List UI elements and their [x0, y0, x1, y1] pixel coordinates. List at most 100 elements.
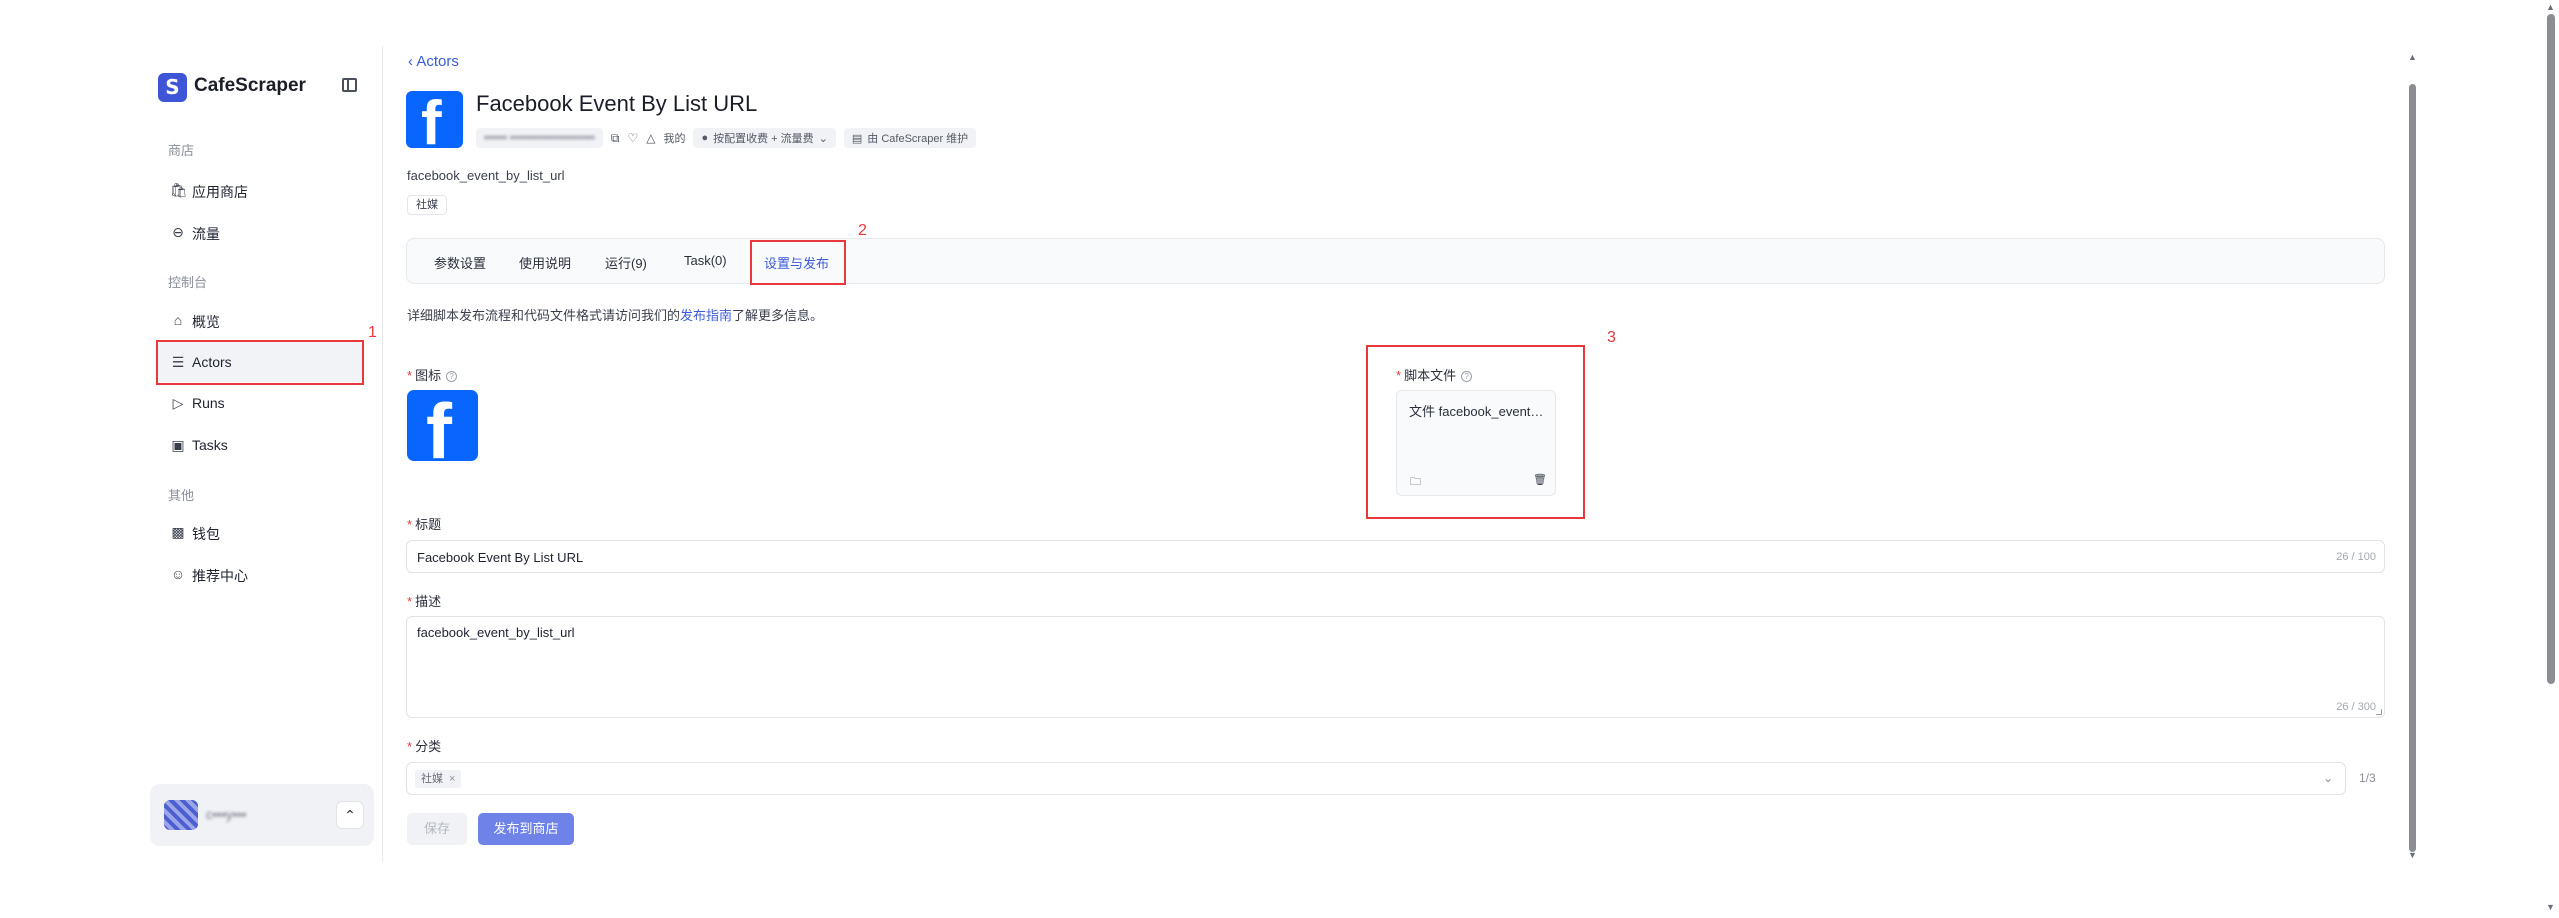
resize-handle[interactable] [2376, 709, 2382, 715]
required-mark: * [407, 368, 413, 383]
description-char-count: 26 / 300 [2336, 701, 2376, 713]
annotation-box-2 [750, 240, 846, 285]
publish-button[interactable]: 发布到商店 [478, 813, 574, 845]
required-mark: * [407, 739, 413, 754]
sidebar-item-label: 流量 [192, 226, 220, 242]
heart-icon[interactable]: ♡ [627, 131, 638, 145]
page-scroll-up-icon[interactable]: ▲ [2546, 2, 2555, 12]
chevron-down-icon: ⌄ [2322, 771, 2333, 785]
annotation-number-3: 3 [1607, 329, 1616, 346]
required-mark: * [407, 517, 413, 532]
calendar-icon: ▣ [171, 437, 185, 453]
chevron-left-icon: ‹ [408, 53, 413, 70]
sidebar-item-runs[interactable]: ▷ Runs [156, 383, 362, 423]
description-field-label: * 描述 [407, 591, 441, 610]
chevron-down-icon: ⌄ [818, 132, 828, 145]
actor-meta-row: •••••• •••••••••••••••••••••• ⧉ ♡ △ 我的 ●… [476, 128, 977, 148]
title-input-value: Facebook Event By List URL [417, 550, 584, 565]
play-icon: ▷ [172, 395, 184, 411]
pricing-icon: ● [701, 132, 709, 144]
tab-bar: 参数设置 使用说明 运行(9) Task(0) 设置与发布 [406, 238, 2385, 284]
sidebar-item-referral[interactable]: ☺ 推荐中心 [156, 554, 362, 594]
actor-logo: f [406, 91, 463, 148]
title-char-count: 26 / 100 [2336, 551, 2376, 563]
icon-upload[interactable]: f [407, 390, 478, 461]
brand-name: CafeScraper [194, 75, 306, 96]
back-link-label: Actors [416, 53, 459, 70]
sidebar-collapse-icon[interactable] [342, 78, 357, 92]
user-plus-icon: ☺ [170, 566, 186, 582]
annotation-number-1: 1 [368, 324, 377, 341]
page-scrollbar-thumb[interactable] [2547, 14, 2555, 684]
icon-label-text: 图标 [415, 368, 442, 383]
sidebar-item-tasks[interactable]: ▣ Tasks [156, 425, 362, 465]
store-icon: 🛍 [170, 182, 188, 198]
actor-id-pill: •••••• •••••••••••••••••••••• [476, 128, 603, 148]
chevron-up-icon[interactable]: ⌃ [336, 801, 364, 829]
description-value: facebook_event_by_list_url [417, 625, 575, 640]
actor-id: •••••• •••••••••••••••••••••• [484, 132, 595, 144]
guide-prefix: 详细脚本发布流程和代码文件格式请访问我们的 [407, 308, 681, 323]
maintainer-badge: ▤ 由 CafeScraper 维护 [843, 128, 977, 148]
tab-runs[interactable]: 运行(9) [605, 253, 647, 272]
sidebar-item-app-store[interactable]: 🛍 应用商店 [156, 170, 362, 210]
description-textarea[interactable]: facebook_event_by_list_url 26 / 300 [406, 616, 2385, 718]
close-icon[interactable]: × [449, 770, 455, 788]
scroll-down-icon[interactable]: ▼ [2408, 850, 2417, 860]
sidebar-item-label: Runs [192, 395, 225, 411]
user-icon: △ [646, 131, 656, 145]
page-scroll-down-icon[interactable]: ▼ [2546, 902, 2555, 912]
tab-params[interactable]: 参数设置 [434, 253, 486, 272]
sidebar-item-label: 概览 [192, 314, 220, 330]
category-label-text: 分类 [415, 739, 442, 754]
tab-readme[interactable]: 使用说明 [519, 253, 571, 272]
title-input[interactable]: Facebook Event By List URL 26 / 100 [406, 540, 2385, 573]
sidebar-item-label: Tasks [192, 437, 228, 453]
page-title: Facebook Event By List URL [476, 91, 758, 116]
category-tag: 社媒 [407, 195, 447, 215]
sidebar-item-overview[interactable]: ⌂ 概览 [156, 300, 362, 340]
user-name: c•••y••• [206, 807, 247, 822]
annotation-box-3 [1366, 345, 1585, 519]
category-select[interactable]: 社媒 × ⌄ [406, 762, 2346, 795]
scrollbar-thumb[interactable] [2409, 84, 2416, 852]
section-label-other: 其他 [168, 488, 195, 503]
publish-guide-text: 详细脚本发布流程和代码文件格式请访问我们的发布指南了解更多信息。 [407, 305, 823, 324]
tab-tasks[interactable]: Task(0) [684, 253, 727, 268]
wallet-icon: ▩ [171, 524, 185, 540]
copy-icon[interactable]: ⧉ [611, 131, 620, 146]
sidebar-divider [382, 46, 383, 862]
sidebar: S CafeScraper 商店 🛍 应用商店 ⊖ 流量 控制台 ⌂ 概览 ☰ … [148, 54, 382, 864]
sidebar-item-label: 钱包 [192, 526, 220, 542]
user-menu[interactable]: c•••y••• ⌃ [150, 784, 374, 846]
pricing-dropdown[interactable]: ● 按配置收费 + 流量费 ⌄ [693, 128, 836, 148]
pricing-label: 按配置收费 + 流量费 [713, 133, 814, 145]
avatar [164, 800, 198, 830]
annotation-number-2: 2 [858, 222, 867, 239]
maintainer-label: 由 CafeScraper 维护 [867, 133, 969, 145]
icon-field-label: * 图标? [407, 365, 458, 384]
owner-label: 我的 [663, 133, 686, 145]
help-icon[interactable]: ? [446, 371, 458, 382]
description-label-text: 描述 [415, 594, 442, 609]
sidebar-item-wallet[interactable]: ▩ 钱包 [156, 512, 362, 552]
category-chip-label: 社媒 [421, 773, 443, 785]
traffic-icon: ⊖ [172, 224, 184, 240]
sidebar-item-label: 推荐中心 [192, 568, 248, 584]
title-field-label: * 标题 [407, 514, 441, 533]
back-link[interactable]: ‹ Actors [408, 53, 459, 70]
save-button[interactable]: 保存 [407, 813, 467, 845]
category-field-label: * 分类 [407, 736, 441, 755]
scroll-up-icon[interactable]: ▲ [2408, 52, 2417, 62]
sidebar-item-label: 应用商店 [192, 184, 248, 200]
category-count: 1/3 [2359, 771, 2376, 785]
title-label-text: 标题 [415, 517, 442, 532]
required-mark: * [407, 594, 413, 609]
annotation-box-1 [156, 340, 364, 385]
facebook-logo-icon: f [426, 390, 452, 461]
category-chip: 社媒 × [415, 770, 462, 788]
sidebar-item-traffic[interactable]: ⊖ 流量 [156, 212, 362, 252]
guide-suffix: 了解更多信息。 [732, 308, 824, 323]
brand-logo-icon: S [158, 73, 187, 102]
publish-guide-link[interactable]: 发布指南 [680, 308, 732, 323]
